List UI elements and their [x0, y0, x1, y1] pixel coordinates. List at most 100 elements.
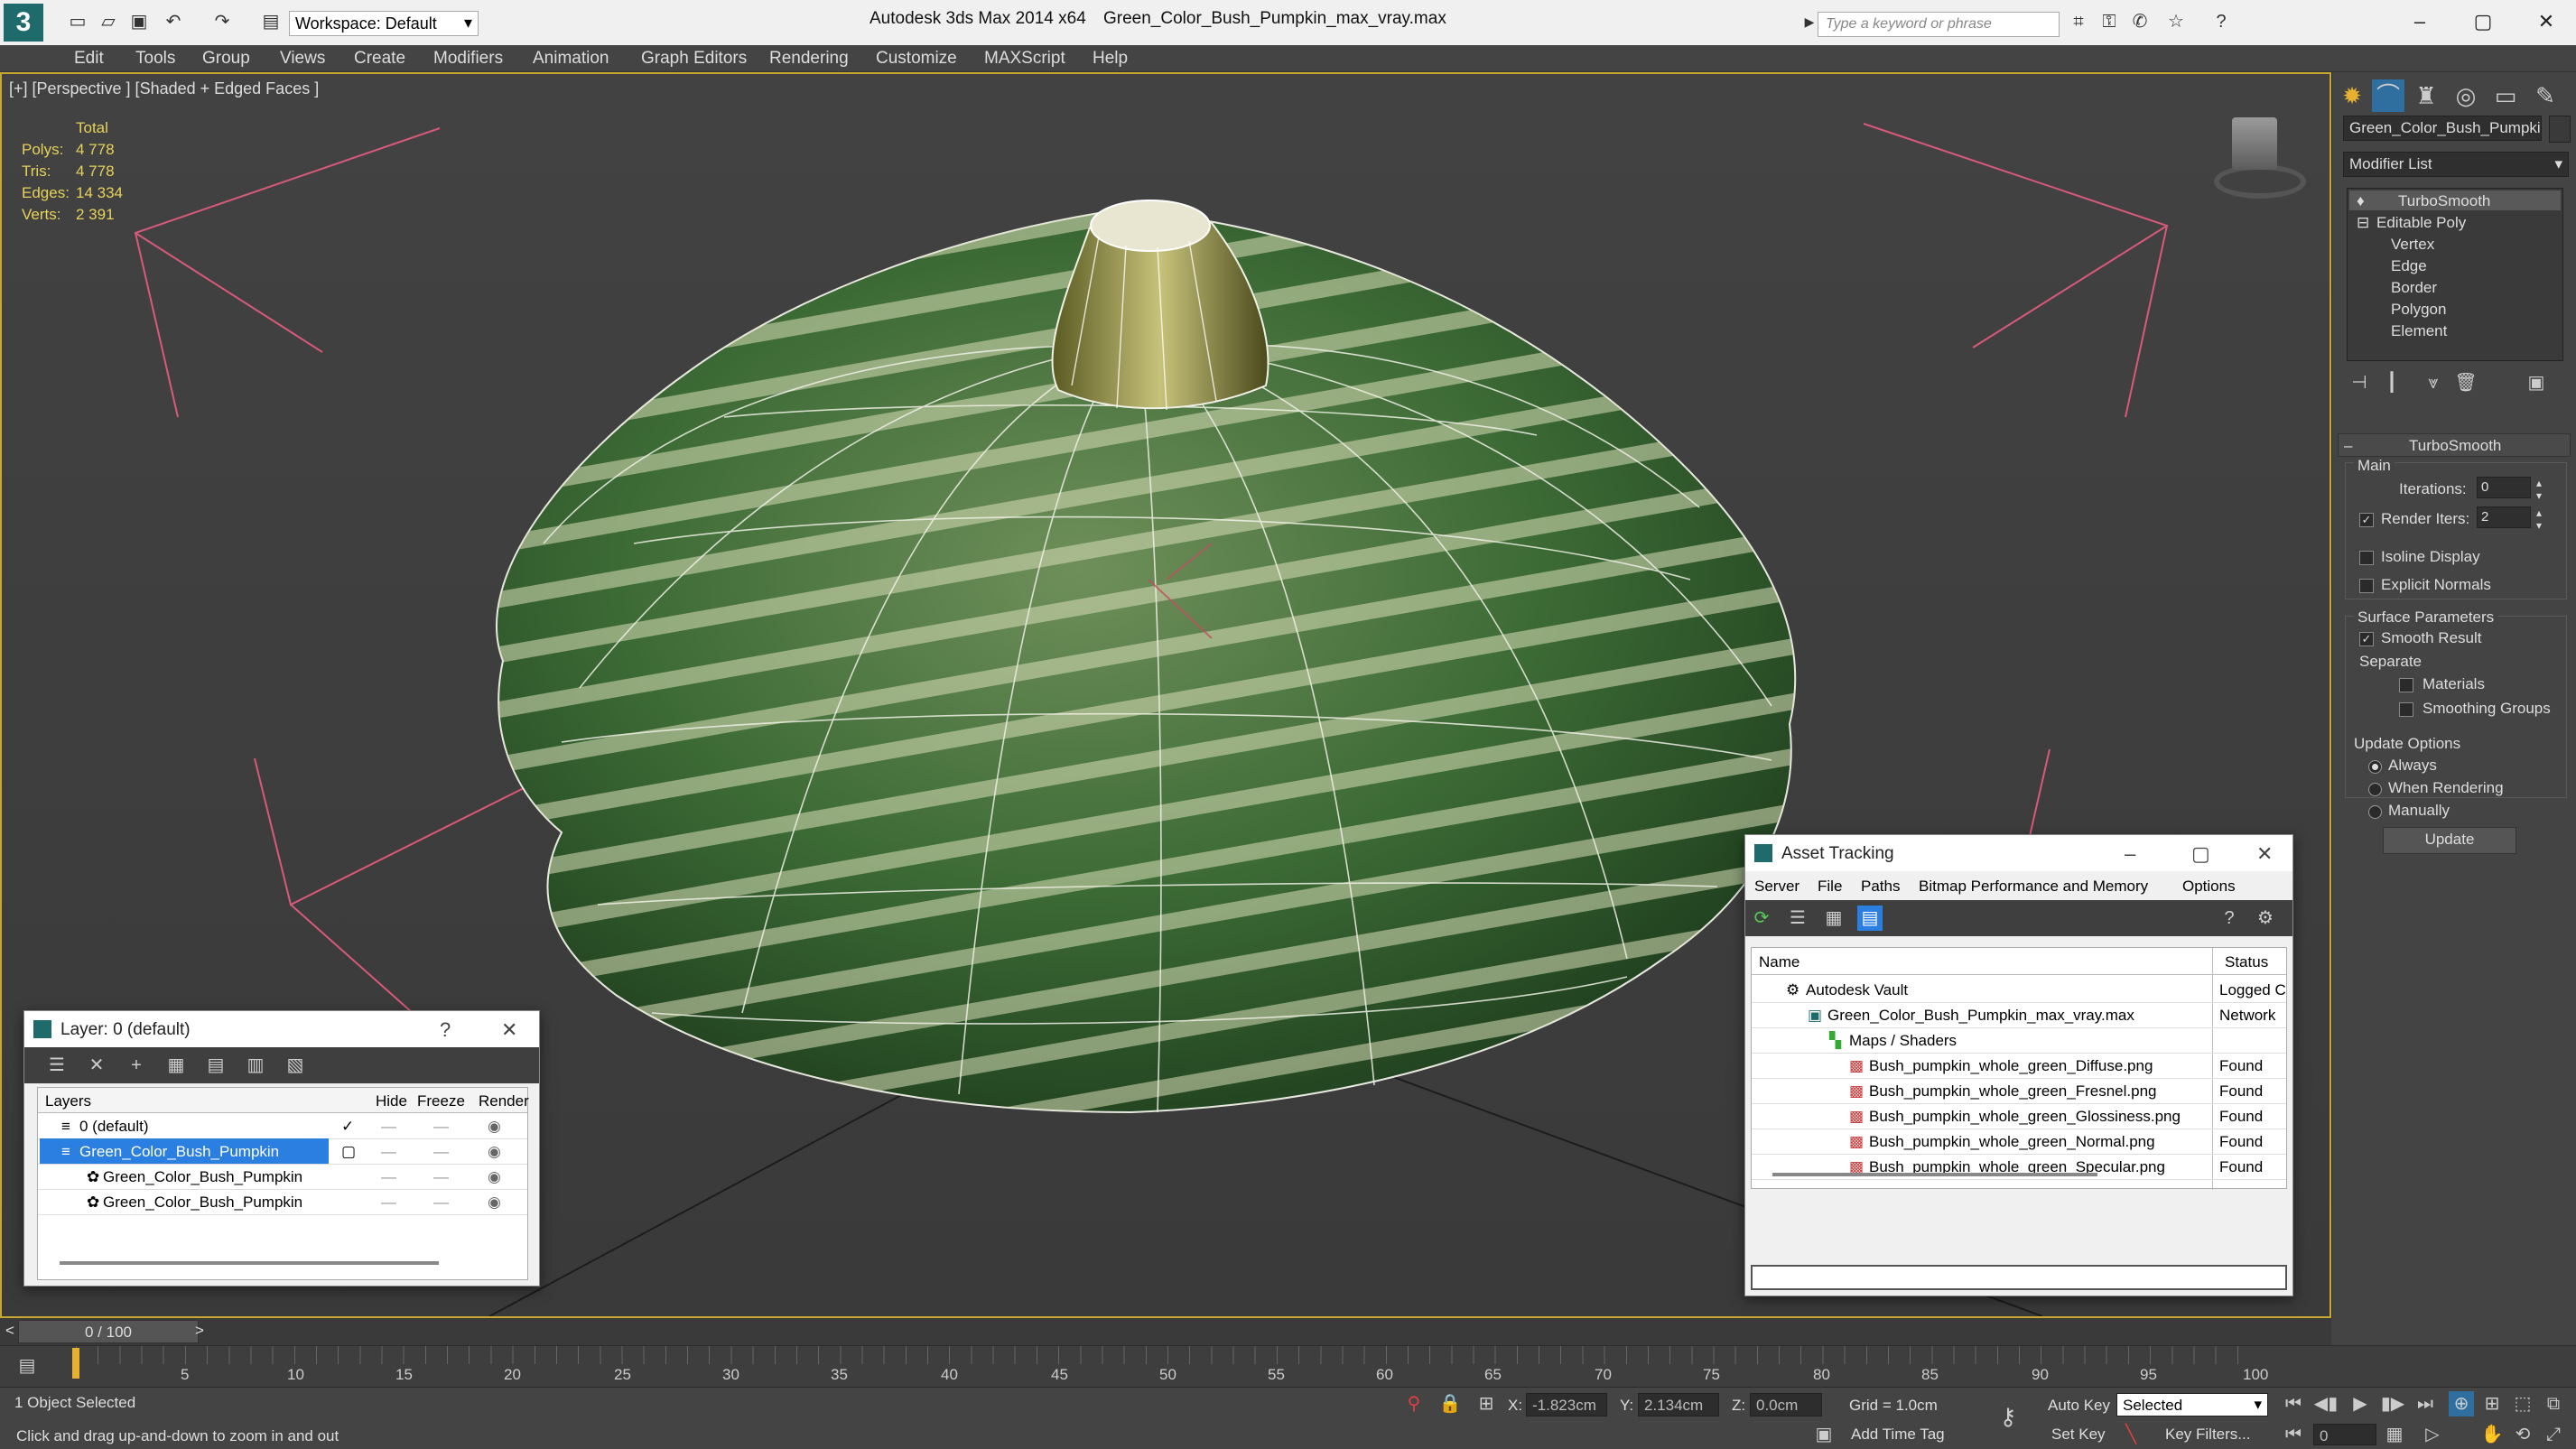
- col-freeze[interactable]: Freeze: [417, 1092, 465, 1110]
- highlight-layer-icon[interactable]: ▤: [203, 1053, 228, 1078]
- display-tab-icon[interactable]: ▭: [2489, 79, 2522, 112]
- asset-row[interactable]: ▚ Maps / Shaders: [1752, 1027, 2286, 1054]
- pan-icon[interactable]: ✋: [2479, 1422, 2505, 1447]
- menu-modifiers[interactable]: Modifiers: [433, 49, 503, 69]
- goto-end-icon[interactable]: ⏭: [2413, 1391, 2438, 1416]
- project-folder-icon[interactable]: ▤: [258, 9, 284, 34]
- menu-views[interactable]: Views: [280, 49, 325, 69]
- stack-polygon[interactable]: Polygon: [2391, 301, 2446, 319]
- make-unique-icon[interactable]: ⩔: [2417, 367, 2450, 399]
- render-toggle-icon[interactable]: ◉: [488, 1168, 501, 1186]
- menu-group[interactable]: Group: [202, 49, 250, 69]
- col-hide[interactable]: Hide: [376, 1092, 407, 1110]
- orbit-icon[interactable]: ⟲: [2510, 1422, 2535, 1447]
- hide-toggle[interactable]: —: [381, 1194, 396, 1212]
- binoculars-icon[interactable]: ⌗: [2066, 9, 2091, 34]
- isoline-checkbox[interactable]: [2359, 551, 2374, 565]
- asset-row[interactable]: ▩ Bush_pumpkin_whole_green_Fresnel.png F…: [1752, 1078, 2286, 1104]
- maximize-icon[interactable]: ▢: [2456, 5, 2510, 38]
- menu-maxscript[interactable]: MAXScript: [984, 49, 1065, 69]
- asset-close-icon[interactable]: ✕: [2256, 842, 2273, 866]
- iterations-spinner[interactable]: 0: [2477, 477, 2531, 498]
- menu-tools[interactable]: Tools: [135, 49, 175, 69]
- show-end-result-icon[interactable]: ┃: [2376, 367, 2408, 399]
- spinner-arrows-icon[interactable]: ▴ ▾: [2536, 477, 2542, 502]
- set-key-icon[interactable]: ⚷: [1995, 1404, 2021, 1429]
- when-rendering-radio[interactable]: [2368, 783, 2382, 796]
- asset-help-icon[interactable]: ?: [2217, 906, 2242, 931]
- stack-element[interactable]: Element: [2391, 322, 2447, 340]
- time-prev-icon[interactable]: <: [5, 1322, 14, 1340]
- asset-menu-paths[interactable]: Paths: [1861, 878, 1900, 896]
- add-time-tag-icon[interactable]: ▣: [1811, 1422, 1837, 1447]
- play-icon[interactable]: ▶: [2348, 1391, 2373, 1416]
- y-coordinate-field[interactable]: 2.134cm: [1638, 1393, 1719, 1416]
- stack-edge[interactable]: Edge: [2391, 257, 2427, 275]
- communication-icon[interactable]: ✆: [2127, 9, 2153, 34]
- materials-checkbox[interactable]: [2399, 678, 2413, 692]
- app-logo-icon[interactable]: 3: [4, 4, 43, 42]
- favorites-star-icon[interactable]: ☆: [2163, 9, 2189, 34]
- col-render[interactable]: Render: [479, 1092, 529, 1110]
- new-file-icon[interactable]: ▭: [65, 9, 90, 34]
- zoom-extents-all-icon[interactable]: ⧉: [2541, 1391, 2566, 1416]
- layer-dialog-close-icon[interactable]: ✕: [501, 1018, 517, 1042]
- stack-editable-poly[interactable]: Editable Poly: [2376, 214, 2466, 232]
- smoothing-groups-checkbox[interactable]: [2399, 702, 2413, 717]
- help-icon[interactable]: ?: [2209, 9, 2234, 34]
- stack-bulb-icon[interactable]: ♦: [2357, 192, 2365, 210]
- render-toggle-icon[interactable]: ◉: [488, 1194, 501, 1212]
- freeze-toggle[interactable]: —: [433, 1194, 449, 1212]
- object-row[interactable]: ✿ Green_Color_Bush_Pumpkin — — ◉: [38, 1189, 527, 1215]
- utilities-tab-icon[interactable]: ✎: [2529, 79, 2562, 112]
- manually-radio[interactable]: [2368, 805, 2382, 819]
- current-frame-field[interactable]: 0: [2313, 1424, 2376, 1445]
- freeze-toggle[interactable]: —: [433, 1143, 449, 1161]
- modifier-list-dropdown[interactable]: Modifier List ▾: [2343, 152, 2569, 177]
- time-slider[interactable]: < 0 / 100 >: [0, 1318, 2331, 1345]
- set-key-button[interactable]: Set Key: [2051, 1426, 2106, 1444]
- detail-view-icon[interactable]: ▦: [1821, 906, 1846, 931]
- pin-stack-icon[interactable]: ⊣: [2343, 367, 2376, 399]
- current-frame-marker[interactable]: [72, 1348, 79, 1379]
- minimize-icon[interactable]: –: [2393, 5, 2447, 38]
- select-layer-icon[interactable]: ▦: [163, 1053, 189, 1078]
- render-iters-spinner[interactable]: 2: [2477, 506, 2531, 528]
- undo-icon[interactable]: ↶: [161, 9, 186, 34]
- asset-row[interactable]: ▣ Green_Color_Bush_Pumpkin_max_vray.max …: [1752, 1002, 2286, 1028]
- col-name[interactable]: Name: [1759, 953, 1799, 971]
- absolute-mode-icon[interactable]: ⊞: [1474, 1391, 1499, 1416]
- delete-layer-icon[interactable]: ✕: [84, 1053, 109, 1078]
- smooth-result-checkbox[interactable]: ✓: [2359, 632, 2374, 646]
- col-layers[interactable]: Layers: [45, 1092, 91, 1110]
- selection-lock-icon[interactable]: 🔒: [1437, 1391, 1463, 1416]
- add-to-layer-icon[interactable]: +: [124, 1053, 149, 1078]
- object-name-field[interactable]: Green_Color_Bush_Pumpkin: [2343, 116, 2542, 141]
- freeze-toggle[interactable]: —: [433, 1168, 449, 1186]
- freeze-all-layers-icon[interactable]: ▧: [283, 1053, 308, 1078]
- menu-help[interactable]: Help: [1093, 49, 1128, 69]
- time-config-icon[interactable]: ▦: [2382, 1422, 2407, 1447]
- open-file-icon[interactable]: ▱: [96, 9, 121, 34]
- track-bar[interactable]: ▤ 5 10 15 20 25 30 35 40 45 50 55 60 65 …: [0, 1345, 2576, 1387]
- list-view-icon[interactable]: ☰: [1785, 906, 1810, 931]
- goto-start-icon[interactable]: ⏮: [2281, 1391, 2306, 1416]
- asset-minimize-icon[interactable]: –: [2125, 842, 2135, 866]
- x-coordinate-field[interactable]: -1.823cm: [1526, 1393, 1607, 1416]
- hide-toggle[interactable]: —: [381, 1118, 396, 1136]
- hide-toggle[interactable]: —: [381, 1168, 396, 1186]
- asset-row[interactable]: ▩ Bush_pumpkin_whole_green_Glossiness.pn…: [1752, 1103, 2286, 1129]
- auto-key-button[interactable]: Auto Key: [2048, 1397, 2110, 1415]
- redo-icon[interactable]: ↷: [209, 9, 235, 34]
- stack-vertex[interactable]: Vertex: [2391, 236, 2434, 254]
- isolate-icon[interactable]: ⚲: [1401, 1391, 1427, 1416]
- menu-animation[interactable]: Animation: [533, 49, 609, 69]
- object-color-swatch[interactable]: [2549, 116, 2571, 143]
- render-toggle-icon[interactable]: ◉: [488, 1143, 501, 1161]
- create-tab-icon[interactable]: ✹: [2336, 79, 2368, 112]
- always-radio[interactable]: [2368, 760, 2382, 774]
- update-button[interactable]: Update: [2383, 827, 2516, 854]
- layer-dialog-titlebar[interactable]: Layer: 0 (default) ? ✕: [24, 1011, 539, 1048]
- asset-row[interactable]: ⚙ Autodesk Vault Logged C: [1752, 977, 2286, 1003]
- configure-sets-icon[interactable]: ▣: [2520, 367, 2553, 399]
